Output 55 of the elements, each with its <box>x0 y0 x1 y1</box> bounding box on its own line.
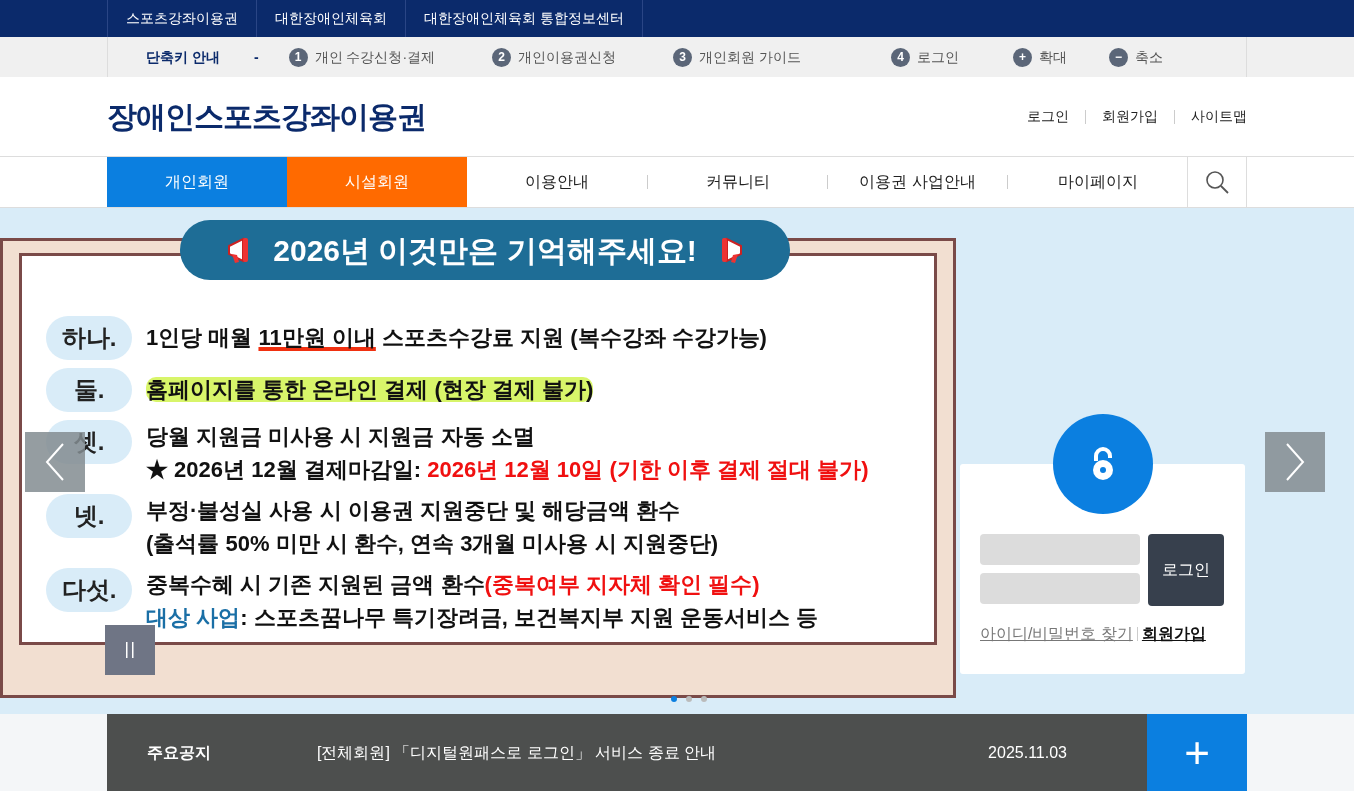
header-link[interactable]: 사이트맵 <box>1191 106 1247 127</box>
banner-text: ★ 2026년 12월 결제마감일: 2026년 12월 10일 (기한 이후 결제 절대 불가) <box>146 456 869 484</box>
find-account-link[interactable]: 아이디/비밀번호 찾기 <box>980 622 1133 646</box>
password-input-field[interactable] <box>980 573 1140 604</box>
signup-link[interactable]: 회원가입 <box>1141 622 1206 646</box>
search-button[interactable] <box>1187 157 1247 207</box>
padlock-icon <box>1090 447 1116 481</box>
key-badge: − <box>1109 47 1128 67</box>
banner-text: 부정·불성실 사용 시 이용권 지원중단 및 해당금액 환수 <box>146 497 682 525</box>
banner-text: (출석률 50% 미만 시 환수, 연속 3개월 미사용 시 지원중단) <box>146 530 719 558</box>
id-input-field[interactable] <box>980 534 1140 565</box>
login-button[interactable]: 로그인 <box>1148 534 1224 606</box>
banner-text: 대상 사업: 스포츠꿈나무 특기장려금, 보건복지부 지원 운동서비스 등 <box>146 604 819 632</box>
notice-date: 2025.11.03 <box>988 743 1067 763</box>
carousel-dot[interactable] <box>671 696 677 702</box>
banner-text: 당월 지원금 미사용 시 지원금 자동 소멸 <box>146 423 536 451</box>
key-badge: 2 <box>492 47 512 67</box>
nav-menu-item[interactable]: 마이페이지 <box>1008 157 1187 207</box>
key-badge: 3 <box>673 47 693 67</box>
shortcut-link[interactable]: − 축소 <box>1109 46 1163 68</box>
site-logo[interactable]: 장애인스포츠강좌이용권 <box>107 94 426 139</box>
shortcut-link[interactable]: 1 개인 수강신청·결제 <box>288 46 436 68</box>
shortcut-link[interactable]: + 확대 <box>1013 46 1067 68</box>
item-label: 다섯. <box>46 568 132 612</box>
nav-menu-item[interactable]: 개인회원 <box>107 157 287 207</box>
carousel-dot[interactable] <box>701 696 707 702</box>
separator-text: - <box>253 47 259 67</box>
search-icon <box>1205 170 1229 194</box>
key-badge: 4 <box>891 47 910 67</box>
shortcut-title: 단축키 안내 <box>146 47 220 67</box>
notice-link[interactable]: [전체회원] 「디지털원패스로 로그인」 서비스 종료 안내 <box>317 741 989 765</box>
banner-text: 1인당 매월 11만원 이내 스포츠수강료 지원 (복수강좌 수강가능) <box>146 324 767 352</box>
banner-text: 홈페이지를 통한 온라인 결제 (현장 결제 불가) <box>146 376 594 404</box>
next-button[interactable] <box>1265 432 1325 492</box>
nav-menu-item[interactable]: 이용권 사업안내 <box>828 157 1007 207</box>
header-link[interactable]: 회원가입 <box>1102 106 1158 127</box>
banner-title: 2026년 이것만은 기억해주세요! <box>273 232 697 269</box>
shortcut-link[interactable]: 3 개인회원 가이드 <box>673 46 801 68</box>
shortcut-link[interactable]: 2 개인이용권신청 <box>492 46 617 68</box>
header-link[interactable]: 로그인 <box>1027 106 1069 127</box>
chevron-right-icon <box>1285 442 1305 482</box>
pause-icon <box>126 642 134 658</box>
notice-title: 주요공지 <box>146 743 212 763</box>
item-label: 둘. <box>46 368 132 412</box>
chevron-left-icon <box>45 442 65 482</box>
more-button[interactable]: + <box>1147 714 1247 791</box>
banner-text: 중복수혜 시 기존 지원된 금액 환수(중복여부 지자체 확인 필수) <box>146 571 761 599</box>
key-badge: 1 <box>288 47 308 67</box>
nav-menu-item[interactable]: 커뮤니티 <box>648 157 827 207</box>
nav-menu-item[interactable]: 이용안내 <box>467 157 647 207</box>
item-label: 넷. <box>46 494 132 538</box>
carousel-dot[interactable] <box>686 696 692 702</box>
item-label: 하나. <box>46 316 132 360</box>
shortcut-link[interactable]: 4 로그인 <box>891 46 959 68</box>
key-badge: + <box>1013 47 1032 67</box>
